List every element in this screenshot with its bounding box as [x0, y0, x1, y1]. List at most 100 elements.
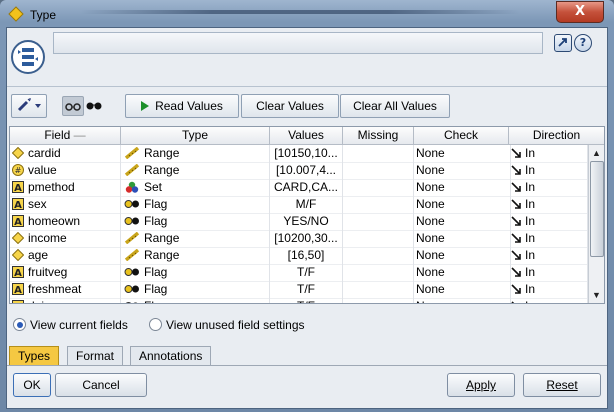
glasses-icon[interactable]: [62, 96, 84, 116]
cell-direction[interactable]: In: [509, 179, 588, 197]
node-name-field[interactable]: [53, 32, 543, 54]
scroll-thumb[interactable]: [590, 161, 604, 257]
cell-values[interactable]: [10.007,4...: [270, 162, 343, 180]
cell-missing[interactable]: [343, 213, 414, 231]
read-values-button[interactable]: Read Values: [125, 94, 239, 118]
table-row[interactable]: Asex Flag M/F None In: [10, 196, 588, 214]
cell-missing[interactable]: [343, 264, 414, 282]
table-row[interactable]: Afruitveg Flag T/F None In: [10, 264, 588, 282]
radio-current-selected-icon[interactable]: [13, 318, 26, 331]
table-row[interactable]: cardid Range [10150,10... None In: [10, 145, 588, 163]
help-button[interactable]: ?: [574, 34, 592, 52]
cell-check[interactable]: None: [414, 213, 511, 231]
cell-type[interactable]: Range: [121, 247, 270, 265]
cell-values[interactable]: YES/NO: [270, 213, 343, 231]
column-header-field[interactable]: Field —: [10, 127, 121, 145]
cell-values[interactable]: CARD,CA...: [270, 179, 343, 197]
scroll-down-icon[interactable]: ▼: [591, 289, 602, 301]
cell-type[interactable]: Flag: [121, 213, 270, 231]
cell-direction[interactable]: In: [509, 162, 588, 180]
cell-values[interactable]: M/F: [270, 196, 343, 214]
table-row[interactable]: # value Range [10.007,4... None In: [10, 162, 588, 180]
table-row[interactable]: age Range [16,50] None In: [10, 247, 588, 265]
title-bar[interactable]: Type X: [0, 0, 614, 30]
cell-direction[interactable]: In: [509, 145, 588, 163]
cell-missing[interactable]: [343, 179, 414, 197]
cell-check[interactable]: None: [414, 179, 511, 197]
column-header-check[interactable]: Check: [414, 127, 509, 145]
cell-direction[interactable]: In: [509, 196, 588, 214]
auto-type-button[interactable]: [11, 94, 47, 118]
cell-field[interactable]: Ahomeown: [10, 213, 121, 231]
column-header-missing[interactable]: Missing: [343, 127, 414, 145]
cell-direction[interactable]: In: [509, 298, 588, 303]
cell-field[interactable]: Apmethod: [10, 179, 121, 197]
cell-field[interactable]: Adairy: [10, 298, 121, 303]
cell-missing[interactable]: [343, 196, 414, 214]
cell-direction[interactable]: In: [509, 281, 588, 299]
cell-check[interactable]: None: [414, 281, 511, 299]
cell-type[interactable]: Range: [121, 230, 270, 248]
clear-values-button[interactable]: Clear Values: [241, 94, 339, 118]
cell-missing[interactable]: [343, 281, 414, 299]
cell-missing[interactable]: [343, 298, 414, 303]
apply-button[interactable]: Apply: [447, 373, 515, 397]
cell-type[interactable]: Set: [121, 179, 270, 197]
cell-direction[interactable]: In: [509, 264, 588, 282]
cell-direction[interactable]: In: [509, 247, 588, 265]
column-header-values[interactable]: Values: [270, 127, 343, 145]
cell-check[interactable]: None: [414, 264, 511, 282]
reset-button[interactable]: Reset: [523, 373, 601, 397]
cell-values[interactable]: T/F: [270, 298, 343, 303]
cell-check[interactable]: None: [414, 247, 511, 265]
cell-missing[interactable]: [343, 230, 414, 248]
scroll-up-icon[interactable]: ▲: [591, 147, 602, 159]
cell-check[interactable]: None: [414, 162, 511, 180]
cell-field[interactable]: age: [10, 247, 121, 265]
cell-missing[interactable]: [343, 247, 414, 265]
cell-missing[interactable]: [343, 162, 414, 180]
cell-type[interactable]: Flag: [121, 298, 270, 303]
cell-field[interactable]: cardid: [10, 145, 121, 163]
table-row[interactable]: Apmethod Set CARD,CA... None In: [10, 179, 588, 197]
view-unused-settings-option[interactable]: View unused field settings: [149, 318, 305, 332]
cell-check[interactable]: None: [414, 145, 511, 163]
cell-direction[interactable]: In: [509, 230, 588, 248]
cell-field[interactable]: income: [10, 230, 121, 248]
cell-values[interactable]: T/F: [270, 264, 343, 282]
cell-field[interactable]: Afreshmeat: [10, 281, 121, 299]
tab-annotations[interactable]: Annotations: [130, 346, 212, 366]
table-row[interactable]: Afreshmeat Flag T/F None In: [10, 281, 588, 299]
column-header-direction[interactable]: Direction: [509, 127, 604, 145]
cell-values[interactable]: [10150,10...: [270, 145, 343, 163]
cell-field[interactable]: Afruitveg: [10, 264, 121, 282]
vertical-scrollbar[interactable]: ▲ ▼: [588, 145, 604, 303]
cell-type[interactable]: Flag: [121, 196, 270, 214]
cell-type[interactable]: Flag: [121, 264, 270, 282]
table-row[interactable]: Adairy Flag T/F None In: [10, 298, 588, 303]
cell-check[interactable]: None: [414, 230, 511, 248]
cell-type[interactable]: Range: [121, 145, 270, 163]
launch-icon[interactable]: [554, 34, 572, 52]
cell-type[interactable]: Flag: [121, 281, 270, 299]
ok-button[interactable]: OK: [13, 373, 51, 397]
cell-check[interactable]: None: [414, 298, 511, 303]
cell-direction[interactable]: In: [509, 213, 588, 231]
cell-values[interactable]: [16,50]: [270, 247, 343, 265]
cell-field[interactable]: # value: [10, 162, 121, 180]
radio-unused-icon[interactable]: [149, 318, 162, 331]
view-current-fields-option[interactable]: View current fields: [13, 318, 128, 332]
cell-missing[interactable]: [343, 145, 414, 163]
table-row[interactable]: income Range [10200,30... None In: [10, 230, 588, 248]
cell-values[interactable]: [10200,30...: [270, 230, 343, 248]
cell-values[interactable]: T/F: [270, 281, 343, 299]
column-header-type[interactable]: Type: [121, 127, 270, 145]
cancel-button[interactable]: Cancel: [55, 373, 147, 397]
cell-field[interactable]: Asex: [10, 196, 121, 214]
table-row[interactable]: Ahomeown Flag YES/NO None In: [10, 213, 588, 231]
cell-type[interactable]: Range: [121, 162, 270, 180]
close-button[interactable]: X: [556, 1, 604, 23]
tab-format[interactable]: Format: [67, 346, 124, 366]
clear-all-values-button[interactable]: Clear All Values: [340, 94, 450, 118]
cell-check[interactable]: None: [414, 196, 511, 214]
